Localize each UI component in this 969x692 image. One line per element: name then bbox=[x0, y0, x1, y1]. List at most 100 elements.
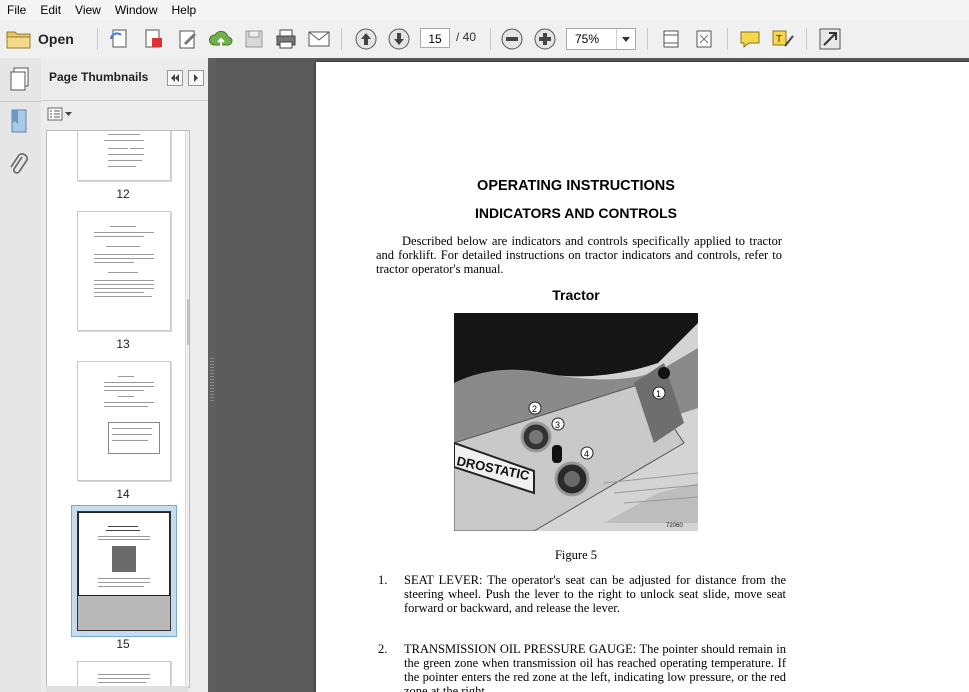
fit-page-button[interactable] bbox=[690, 25, 718, 53]
chevron-down-icon[interactable] bbox=[616, 29, 635, 49]
thumbnail-label: 12 bbox=[116, 187, 130, 201]
previous-page-button[interactable] bbox=[352, 25, 380, 53]
edit-pdf-button[interactable] bbox=[140, 25, 168, 53]
pdf-page: OPERATING INSTRUCTIONS INDICATORS AND CO… bbox=[316, 62, 969, 692]
comment-button[interactable] bbox=[736, 25, 764, 53]
callout-1: 1 bbox=[656, 389, 661, 399]
fit-window-icon bbox=[696, 30, 712, 48]
section-title: Tractor bbox=[552, 287, 600, 303]
page-number-input[interactable]: 15 bbox=[420, 28, 450, 48]
page-thumbnail[interactable] bbox=[77, 211, 171, 331]
chevron-right-icon bbox=[194, 74, 198, 82]
thumbnail-list[interactable]: 12 13 14 15 bbox=[46, 130, 190, 688]
thumbnail-label: 13 bbox=[116, 337, 130, 351]
arrow-up-icon bbox=[355, 28, 377, 50]
thumbnail-label: 14 bbox=[116, 487, 130, 501]
create-pdf-icon bbox=[110, 29, 127, 48]
callout-3: 3 bbox=[555, 420, 560, 430]
bookmark-icon bbox=[11, 109, 27, 133]
item-number: 1. bbox=[378, 573, 388, 587]
thumbnail-scrollbar[interactable] bbox=[185, 131, 189, 687]
page-total: / 40 bbox=[456, 30, 477, 44]
list-item: 2. TRANSMISSION OIL PRESSURE GAUGE: The … bbox=[378, 642, 788, 692]
paperclip-icon bbox=[10, 153, 28, 174]
page-thumbnail[interactable] bbox=[77, 361, 171, 481]
splitter-grip[interactable] bbox=[210, 358, 214, 402]
menu-file[interactable]: File bbox=[0, 0, 33, 20]
print-button[interactable] bbox=[272, 25, 300, 53]
pages-icon bbox=[10, 67, 29, 91]
figure-code: 72060 bbox=[666, 523, 683, 529]
collapse-panel-button[interactable] bbox=[167, 70, 183, 86]
zoom-in-button[interactable] bbox=[531, 25, 559, 53]
menu-help[interactable]: Help bbox=[165, 0, 204, 20]
highlight-text-icon: T bbox=[772, 30, 794, 47]
fit-page-icon bbox=[663, 30, 679, 48]
expand-icon bbox=[819, 28, 841, 50]
cloud-upload-icon bbox=[208, 30, 233, 47]
expand-panel-button[interactable] bbox=[188, 70, 204, 86]
fit-width-button[interactable] bbox=[657, 25, 685, 53]
panel-title: Page Thumbnails bbox=[49, 70, 149, 84]
panel-splitter[interactable] bbox=[208, 58, 216, 692]
sign-document-icon bbox=[179, 30, 196, 49]
zoom-value: 75% bbox=[575, 32, 600, 46]
zoom-select[interactable]: 75% bbox=[566, 28, 636, 50]
list-options-icon bbox=[47, 107, 63, 121]
separator bbox=[806, 28, 807, 50]
separator bbox=[97, 28, 98, 50]
scrollbar-thumb[interactable] bbox=[187, 299, 189, 345]
create-pdf-button[interactable] bbox=[106, 25, 134, 53]
menu-view[interactable]: View bbox=[68, 0, 108, 20]
open-label: Open bbox=[38, 31, 74, 47]
document-view[interactable]: OPERATING INSTRUCTIONS INDICATORS AND CO… bbox=[216, 58, 969, 692]
chevron-down-icon bbox=[65, 112, 72, 116]
page-subheading: INDICATORS AND CONTROLS bbox=[475, 205, 677, 221]
full-screen-button[interactable] bbox=[816, 25, 844, 53]
folder-icon bbox=[6, 31, 31, 49]
zoom-out-button[interactable] bbox=[498, 25, 526, 53]
upload-button[interactable] bbox=[207, 25, 235, 53]
email-button[interactable] bbox=[305, 25, 333, 53]
next-page-button[interactable] bbox=[385, 25, 413, 53]
speech-bubble-icon bbox=[740, 31, 760, 49]
item-text: SEAT LEVER: The operator's seat can be a… bbox=[404, 573, 786, 615]
intro-paragraph: Described below are indicators and contr… bbox=[376, 234, 782, 276]
sign-button[interactable] bbox=[174, 25, 202, 53]
figure-caption: Figure 5 bbox=[554, 548, 597, 562]
callout-2: 2 bbox=[532, 404, 537, 414]
thumbnail-label: 15 bbox=[116, 637, 130, 651]
separator bbox=[490, 28, 491, 50]
page-thumbnails-panel: Page Thumbnails 12 13 14 15 bbox=[41, 58, 209, 692]
page-thumbnail[interactable] bbox=[77, 661, 171, 687]
separator bbox=[727, 28, 728, 50]
open-button[interactable]: Open bbox=[6, 25, 74, 53]
page-thumbnails-tab[interactable] bbox=[8, 66, 32, 95]
separator bbox=[647, 28, 648, 50]
item-number: 2. bbox=[378, 642, 388, 656]
separator bbox=[341, 28, 342, 50]
horizontal-scrollbar[interactable] bbox=[46, 686, 188, 692]
menu-edit[interactable]: Edit bbox=[33, 0, 68, 20]
panel-header: Page Thumbnails bbox=[41, 58, 208, 101]
save-icon bbox=[245, 30, 263, 48]
item-text: TRANSMISSION OIL PRESSURE GAUGE: The poi… bbox=[404, 642, 786, 692]
options-menu-button[interactable] bbox=[47, 106, 72, 122]
highlight-button[interactable]: T bbox=[769, 25, 797, 53]
page-thumbnail[interactable] bbox=[77, 131, 171, 181]
tractor-photo: DROSTATIC 2 3 4 1 72060 bbox=[454, 313, 698, 531]
svg-text:T: T bbox=[776, 34, 782, 45]
page-thumbnail-selected[interactable] bbox=[77, 511, 171, 631]
divider bbox=[0, 101, 41, 102]
plus-circle-icon bbox=[534, 28, 556, 50]
callout-4: 4 bbox=[584, 449, 589, 459]
minus-circle-icon bbox=[501, 28, 523, 50]
menu-bar: File Edit View Window Help bbox=[0, 0, 969, 20]
double-chevron-left-icon bbox=[171, 74, 179, 82]
save-button[interactable] bbox=[240, 25, 268, 53]
bookmarks-tab[interactable] bbox=[9, 108, 29, 137]
menu-window[interactable]: Window bbox=[108, 0, 165, 20]
attachments-tab[interactable] bbox=[9, 152, 29, 181]
navigation-rail bbox=[0, 58, 42, 692]
printer-icon bbox=[276, 29, 296, 49]
